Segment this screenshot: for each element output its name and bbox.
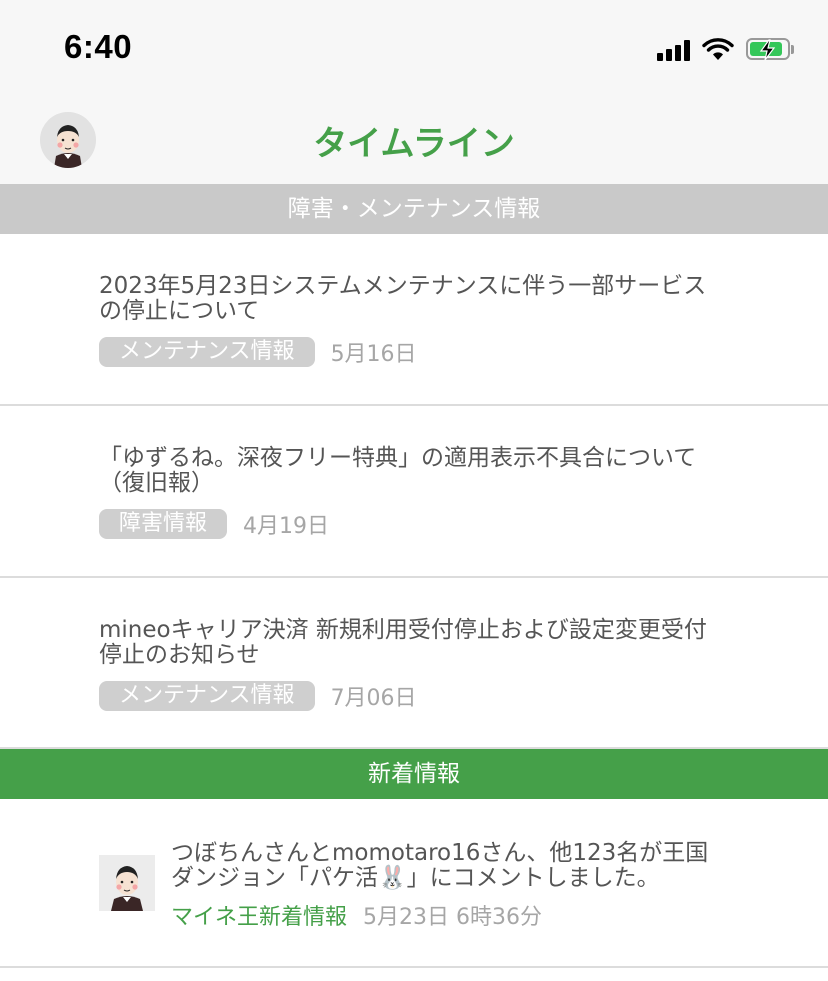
news-section-header: 新着情報 — [0, 749, 828, 799]
nav-bar: タイムライン — [0, 92, 828, 184]
news-title: つぼちんさんとmomotaro16さん、他123名が王国ダンジョン「パケ活🐰」に… — [171, 840, 709, 891]
item-title: mineoキャリア決済 新規利用受付停止および設定変更受付停止のお知らせ — [99, 617, 707, 668]
category-tag: 障害情報 — [99, 509, 228, 539]
item-meta: メンテナンス情報 7月06日 — [99, 680, 417, 712]
news-date: 5月23日 6時36分 — [363, 905, 542, 930]
page-title: タイムライン — [313, 124, 515, 164]
maintenance-section-header: 障害・メンテナンス情報 — [0, 184, 828, 234]
status-bar: 6:40 — [0, 0, 828, 92]
status-icons — [657, 36, 794, 64]
news-category: マイネ王新着情報 — [171, 905, 348, 930]
item-date: 5月16日 — [330, 342, 417, 367]
item-title: 「ゆずるね。深夜フリー特典」の適用表示不具合について（復旧報） — [99, 445, 697, 496]
news-avatar-icon — [99, 855, 155, 911]
item-date: 4月19日 — [243, 514, 330, 539]
category-tag: メンテナンス情報 — [99, 337, 315, 367]
item-meta: 障害情報 4月19日 — [99, 508, 329, 540]
list-item[interactable]: 「ゆずるね。深夜フリー特典」の適用表示不具合について（復旧報） 障害情報 4月1… — [0, 406, 828, 578]
battery-charging-icon — [746, 38, 794, 62]
item-title: 2023年5月23日システムメンテナンスに伴う一部サービスの停止について — [99, 273, 707, 324]
wifi-icon — [702, 38, 734, 60]
news-item[interactable]: つぼちんさんとmomotaro16さん、他123名が王国ダンジョン「パケ活🐰」に… — [0, 799, 828, 968]
item-meta: メンテナンス情報 5月16日 — [99, 336, 417, 368]
category-tag: メンテナンス情報 — [99, 681, 315, 711]
status-time: 6:40 — [64, 28, 133, 65]
cellular-signal-icon — [657, 39, 690, 61]
list-item[interactable]: mineoキャリア決済 新規利用受付停止および設定変更受付停止のお知らせ メンテ… — [0, 578, 828, 749]
item-date: 7月06日 — [330, 686, 417, 711]
news-meta: マイネ王新着情報 5月23日 6時36分 — [171, 899, 542, 931]
list-item[interactable]: 2023年5月23日システムメンテナンスに伴う一部サービスの停止について メンテ… — [0, 234, 828, 406]
